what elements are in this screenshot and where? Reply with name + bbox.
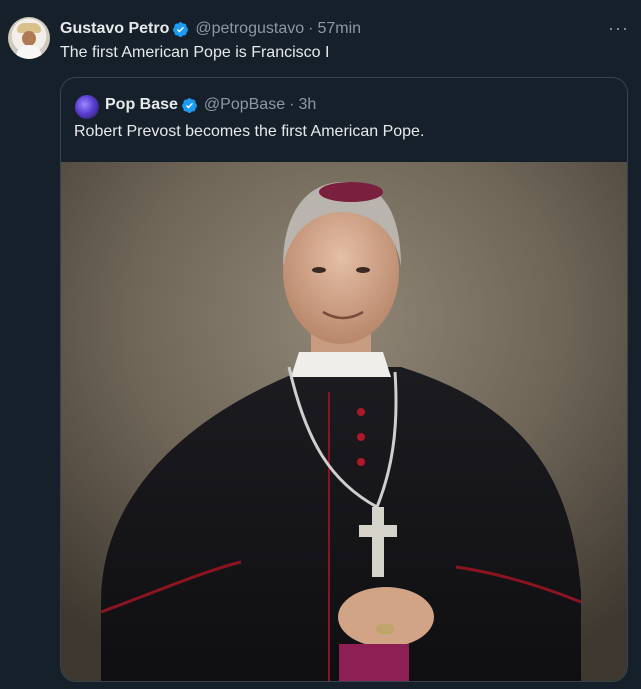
zucchetto — [319, 182, 383, 202]
tweet-timestamp[interactable]: 57min — [317, 20, 361, 38]
quoted-tweet-timestamp[interactable]: 3h — [298, 96, 316, 114]
tweet-header: Gustavo Petro @petrogustavo · 57min — [60, 19, 361, 39]
pectoral-cross — [372, 507, 384, 577]
verified-badge-icon — [181, 97, 198, 114]
quoted-tweet-header: Pop Base @PopBase · 3h — [105, 95, 316, 115]
tweet-photo[interactable] — [61, 162, 627, 681]
hands — [338, 587, 434, 647]
tweet-text: The first American Pope is Francisco I — [60, 44, 330, 61]
collar — [291, 352, 391, 377]
separator-dot: · — [308, 20, 314, 37]
author-avatar[interactable] — [8, 17, 50, 59]
quoted-tweet[interactable]: Pop Base @PopBase · 3h Robert Prevost be… — [60, 77, 628, 682]
more-options-icon[interactable]: ··· — [608, 19, 629, 37]
portrait-illustration — [61, 162, 627, 681]
tweet[interactable]: Gustavo Petro @petrogustavo · 57min ··· … — [0, 0, 641, 689]
separator-dot: · — [289, 96, 295, 113]
avatar-body — [16, 45, 42, 59]
quoted-author-avatar[interactable] — [75, 95, 99, 119]
avatar-face — [22, 31, 36, 46]
author-handle[interactable]: @petrogustavo — [195, 20, 304, 38]
quoted-author-handle[interactable]: @PopBase — [204, 96, 285, 114]
quoted-tweet-text: Robert Prevost becomes the first America… — [74, 123, 425, 140]
verified-badge-icon — [172, 21, 189, 38]
ring — [376, 624, 394, 634]
author-name[interactable]: Gustavo Petro — [60, 20, 169, 38]
quoted-author-name[interactable]: Pop Base — [105, 96, 178, 114]
